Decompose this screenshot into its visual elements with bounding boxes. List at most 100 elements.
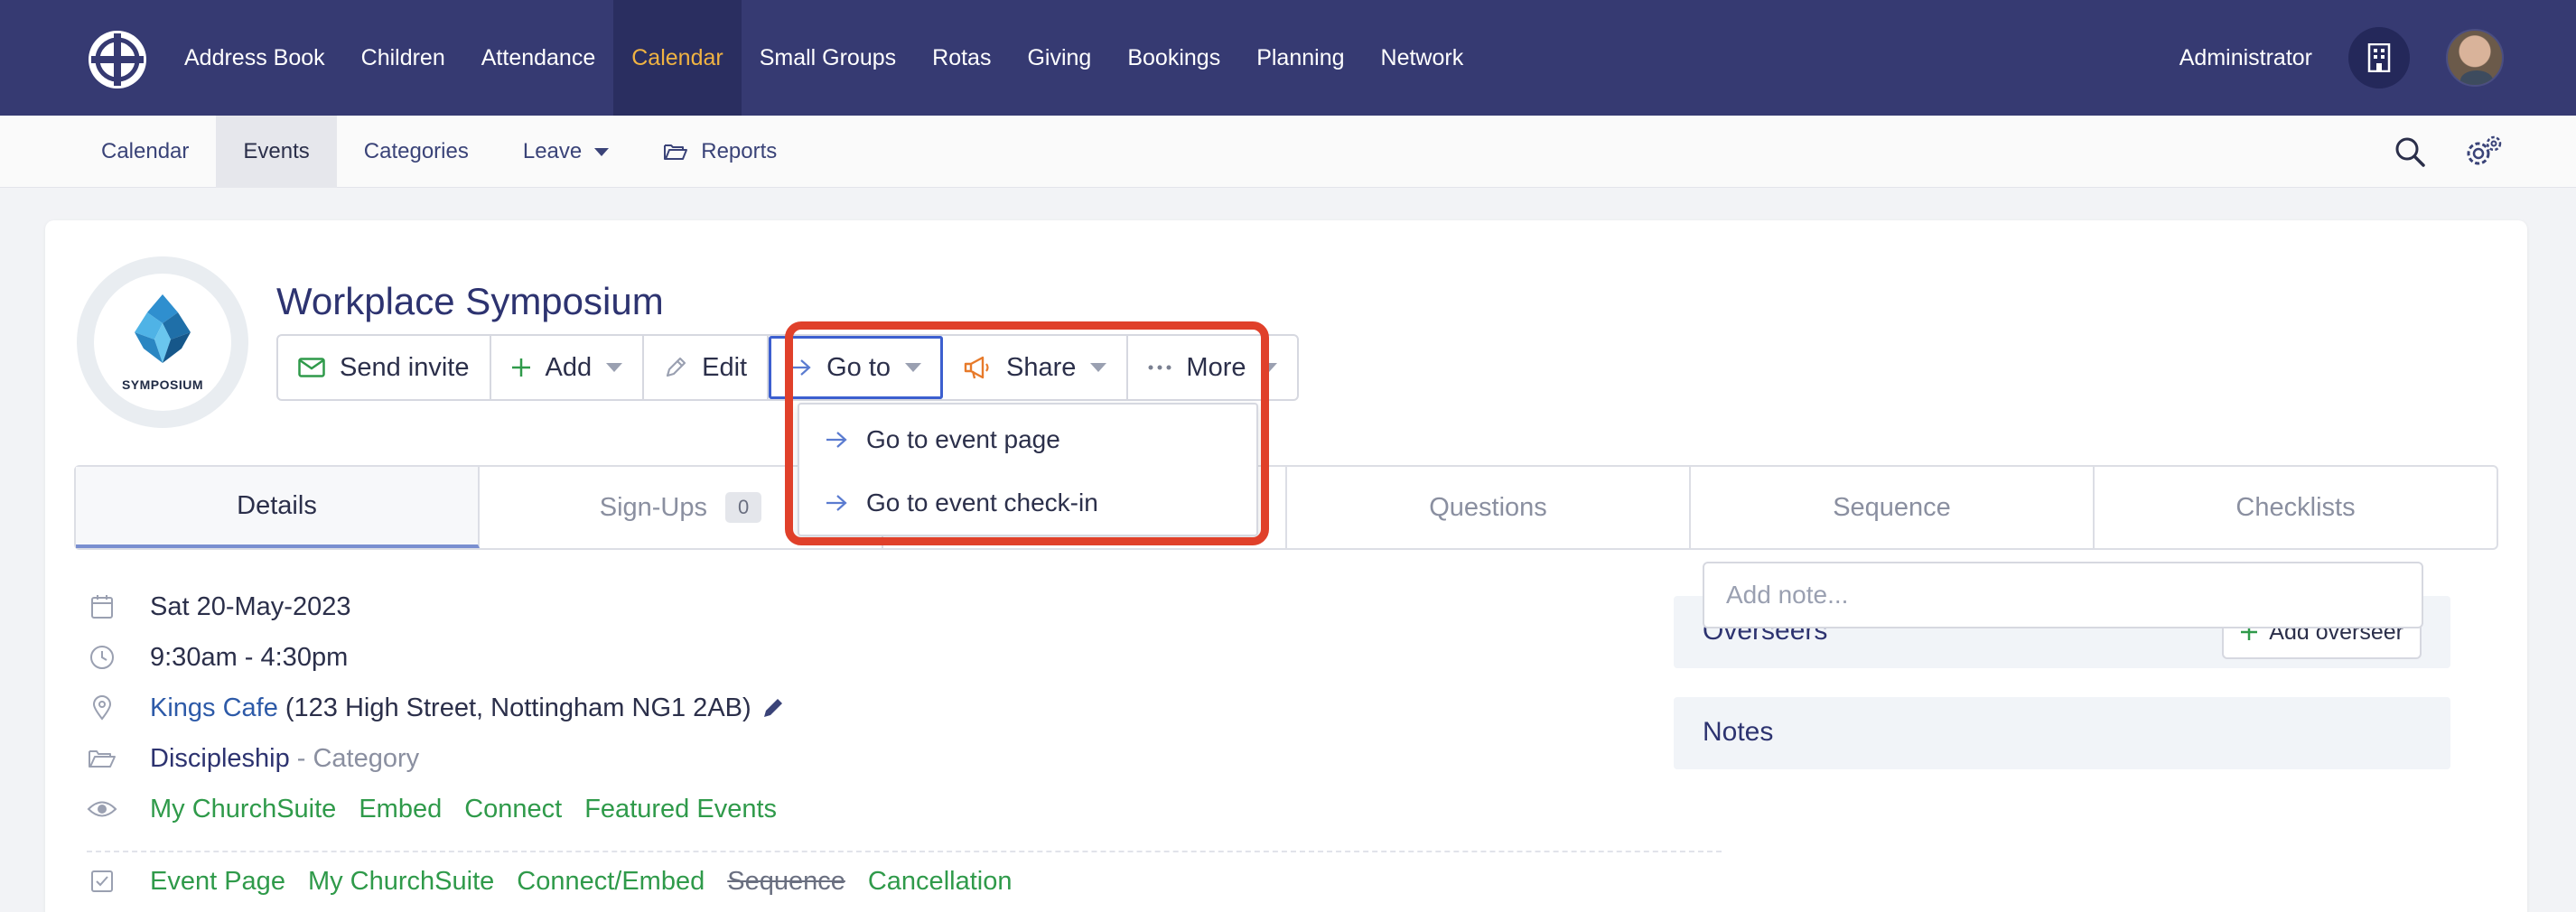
nav-rotas[interactable]: Rotas bbox=[914, 0, 1009, 116]
check-sequence[interactable]: Sequence bbox=[727, 867, 845, 897]
nav-planning[interactable]: Planning bbox=[1238, 0, 1362, 116]
venue-address: (123 High Street, Nottingham NG1 2AB) bbox=[285, 693, 751, 722]
arrow-right-icon bbox=[826, 495, 847, 511]
detail-location: Kings Cafe (123 High Street, Nottingham … bbox=[87, 683, 1722, 733]
more-label: More bbox=[1186, 352, 1246, 382]
add-dropdown-button[interactable]: Add bbox=[491, 336, 645, 399]
visibility-connect[interactable]: Connect bbox=[464, 795, 562, 824]
subnav-calendar-label: Calendar bbox=[101, 139, 190, 163]
organisation-button[interactable] bbox=[2348, 27, 2410, 88]
edit-label: Edit bbox=[702, 352, 748, 382]
checkbox-icon bbox=[87, 866, 117, 897]
churchsuite-logo-icon[interactable] bbox=[86, 28, 149, 91]
detail-visibility: My ChurchSuite Embed Connect Featured Ev… bbox=[87, 784, 1722, 834]
notes-panel: Notes bbox=[1674, 697, 2450, 769]
goto-event-checkin-label: Go to event check-in bbox=[866, 489, 1098, 516]
nav-network[interactable]: Network bbox=[1363, 0, 1482, 116]
settings-gear-icon[interactable] bbox=[2464, 134, 2504, 170]
tab-details-label: Details bbox=[237, 490, 317, 520]
chevron-down-icon bbox=[606, 363, 623, 372]
nav-bookings[interactable]: Bookings bbox=[1109, 0, 1238, 116]
edit-button[interactable]: Edit bbox=[644, 336, 770, 399]
subnav-events-label: Events bbox=[243, 139, 310, 163]
check-connect-embed[interactable]: Connect/Embed bbox=[517, 867, 705, 897]
check-my-churchsuite[interactable]: My ChurchSuite bbox=[308, 867, 494, 897]
building-icon bbox=[2367, 43, 2391, 72]
detail-checks: Event Page My ChurchSuite Connect/Embed … bbox=[87, 856, 1722, 907]
visibility-embed[interactable]: Embed bbox=[359, 795, 442, 824]
goto-label: Go to bbox=[826, 352, 891, 382]
calendar-icon bbox=[87, 591, 117, 622]
add-label: Add bbox=[545, 352, 593, 382]
event-image-inner: SYMPOSIUM bbox=[94, 274, 231, 411]
subnav-events[interactable]: Events bbox=[216, 116, 337, 188]
nav-children[interactable]: Children bbox=[343, 0, 463, 116]
event-title: Workplace Symposium bbox=[276, 280, 664, 322]
chevron-down-icon bbox=[1260, 363, 1277, 372]
detail-category: Discipleship - Category bbox=[87, 733, 1722, 784]
goto-dropdown-button[interactable]: Go to bbox=[769, 336, 944, 399]
administrator-link[interactable]: Administrator bbox=[2179, 45, 2312, 71]
subnav-calendar[interactable]: Calendar bbox=[74, 116, 216, 188]
symposium-crystal-logo-icon bbox=[135, 294, 191, 363]
eye-icon bbox=[87, 794, 117, 824]
goto-event-checkin-item[interactable]: Go to event check-in bbox=[799, 471, 1256, 535]
more-dropdown-button[interactable]: More bbox=[1128, 336, 1296, 399]
search-icon[interactable] bbox=[2394, 135, 2426, 168]
sub-navigation-bar: Calendar Events Categories Leave Reports bbox=[0, 116, 2576, 188]
event-time-text: 9:30am - 4:30pm bbox=[150, 642, 349, 672]
map-pin-icon bbox=[87, 693, 117, 723]
check-cancellation[interactable]: Cancellation bbox=[868, 867, 1013, 897]
nav-attendance[interactable]: Attendance bbox=[463, 0, 614, 116]
subnav-leave-label: Leave bbox=[522, 139, 583, 163]
chevron-down-icon bbox=[905, 363, 922, 372]
share-dropdown-button[interactable]: Share bbox=[943, 336, 1129, 399]
subnav-categories-label: Categories bbox=[363, 139, 469, 163]
top-navigation-bar: Address Book Children Attendance Calenda… bbox=[0, 0, 2576, 116]
subnav-reports[interactable]: Reports bbox=[636, 116, 804, 188]
subnav-reports-label: Reports bbox=[701, 139, 778, 163]
pencil-icon bbox=[667, 357, 686, 377]
goto-event-page-item[interactable]: Go to event page bbox=[799, 408, 1256, 471]
nav-small-groups[interactable]: Small Groups bbox=[742, 0, 914, 116]
nav-calendar[interactable]: Calendar bbox=[613, 0, 742, 116]
subnav-categories[interactable]: Categories bbox=[337, 116, 496, 188]
add-note-input[interactable] bbox=[1703, 562, 2423, 628]
event-action-bar: Send invite Add Edit Go to Share More bbox=[276, 334, 1299, 401]
pencil-edit-location-icon[interactable] bbox=[761, 695, 786, 721]
nav-address-book[interactable]: Address Book bbox=[166, 0, 343, 116]
arrow-right-icon bbox=[790, 359, 811, 376]
tab-sequence[interactable]: Sequence bbox=[1691, 467, 2095, 548]
tab-details[interactable]: Details bbox=[76, 467, 480, 548]
visibility-my-churchsuite[interactable]: My ChurchSuite bbox=[150, 795, 336, 824]
folder-icon bbox=[87, 743, 117, 774]
details-divider bbox=[87, 851, 1722, 852]
venue-link[interactable]: Kings Cafe bbox=[150, 693, 278, 723]
tab-questions[interactable]: Questions bbox=[1287, 467, 1691, 548]
arrow-right-icon bbox=[826, 432, 847, 448]
nav-giving[interactable]: Giving bbox=[1009, 0, 1109, 116]
chevron-down-icon bbox=[594, 147, 610, 156]
tab-questions-label: Questions bbox=[1429, 492, 1547, 522]
event-details-list: Sat 20-May-2023 9:30am - 4:30pm Kings Ca… bbox=[87, 582, 1722, 907]
subnav-leave[interactable]: Leave bbox=[496, 116, 636, 188]
goto-event-page-label: Go to event page bbox=[866, 425, 1060, 453]
detail-time: 9:30am - 4:30pm bbox=[87, 632, 1722, 683]
signups-count-badge: 0 bbox=[725, 492, 762, 523]
tab-sequence-label: Sequence bbox=[1833, 492, 1951, 522]
event-date-text: Sat 20-May-2023 bbox=[150, 591, 351, 621]
send-invite-button[interactable]: Send invite bbox=[278, 336, 491, 399]
event-image-text: SYMPOSIUM bbox=[121, 377, 204, 392]
detail-date: Sat 20-May-2023 bbox=[87, 582, 1722, 632]
user-avatar[interactable] bbox=[2446, 29, 2504, 87]
category-link[interactable]: Discipleship bbox=[150, 744, 290, 774]
chevron-down-icon bbox=[1090, 363, 1107, 372]
clock-icon bbox=[87, 642, 117, 673]
tab-checklists[interactable]: Checklists bbox=[2095, 467, 2497, 548]
tab-signups-label: Sign-Ups bbox=[599, 492, 708, 522]
visibility-featured-events[interactable]: Featured Events bbox=[584, 795, 777, 824]
share-label: Share bbox=[1006, 352, 1077, 382]
check-event-page[interactable]: Event Page bbox=[150, 867, 285, 897]
folder-icon bbox=[664, 144, 688, 160]
ellipsis-icon bbox=[1148, 365, 1171, 370]
